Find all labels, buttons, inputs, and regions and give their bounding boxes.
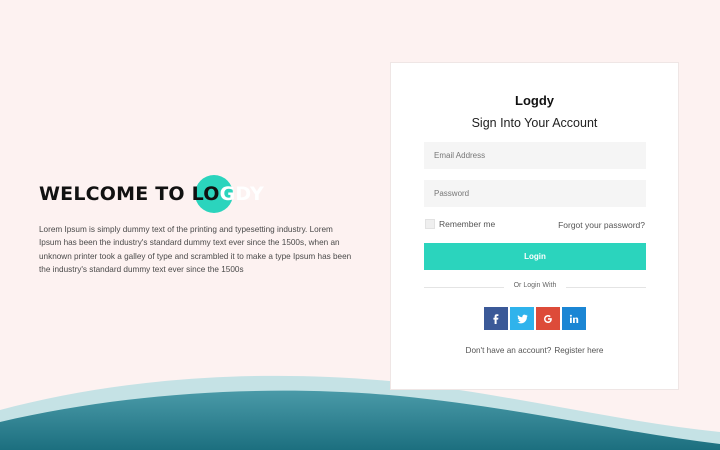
remember-label: Remember me [439,219,496,229]
hero-title-prefix: WELCOME TO LO [39,183,220,205]
google-login-button[interactable] [536,307,560,330]
hero-section: WELCOME TO LOGDY Lorem Ipsum is simply d… [39,172,359,277]
hero-description: Lorem Ipsum is simply dummy text of the … [39,225,352,275]
remember-me[interactable]: Remember me [425,219,495,229]
divider-line-right [566,287,646,288]
social-login-buttons [484,307,586,330]
register-link[interactable]: Register here [554,346,603,355]
remember-checkbox[interactable] [425,219,435,229]
twitter-login-button[interactable] [510,307,534,330]
hero-title: WELCOME TO LOGDY [39,172,359,216]
login-subtitle: Sign Into Your Account [471,116,598,130]
login-button[interactable]: Login [424,243,646,270]
forgot-password-link[interactable]: Forgot your password? [558,220,645,230]
password-field[interactable] [424,180,646,207]
linkedin-icon [569,314,579,323]
login-card: Logdy Sign Into Your Account Remember me… [390,62,679,390]
email-field[interactable] [424,142,646,169]
login-brand: Logdy [515,93,554,108]
hero-title-brand: GDY [219,183,264,205]
signup-prompt: Don't have an account? [465,346,552,355]
google-icon [544,314,552,323]
signup-row: Don't have an account? Register here [391,346,678,355]
facebook-login-button[interactable] [484,307,508,330]
facebook-icon [493,313,499,324]
linkedin-login-button[interactable] [562,307,586,330]
twitter-icon [516,314,527,323]
social-divider: Or Login With [424,281,646,293]
